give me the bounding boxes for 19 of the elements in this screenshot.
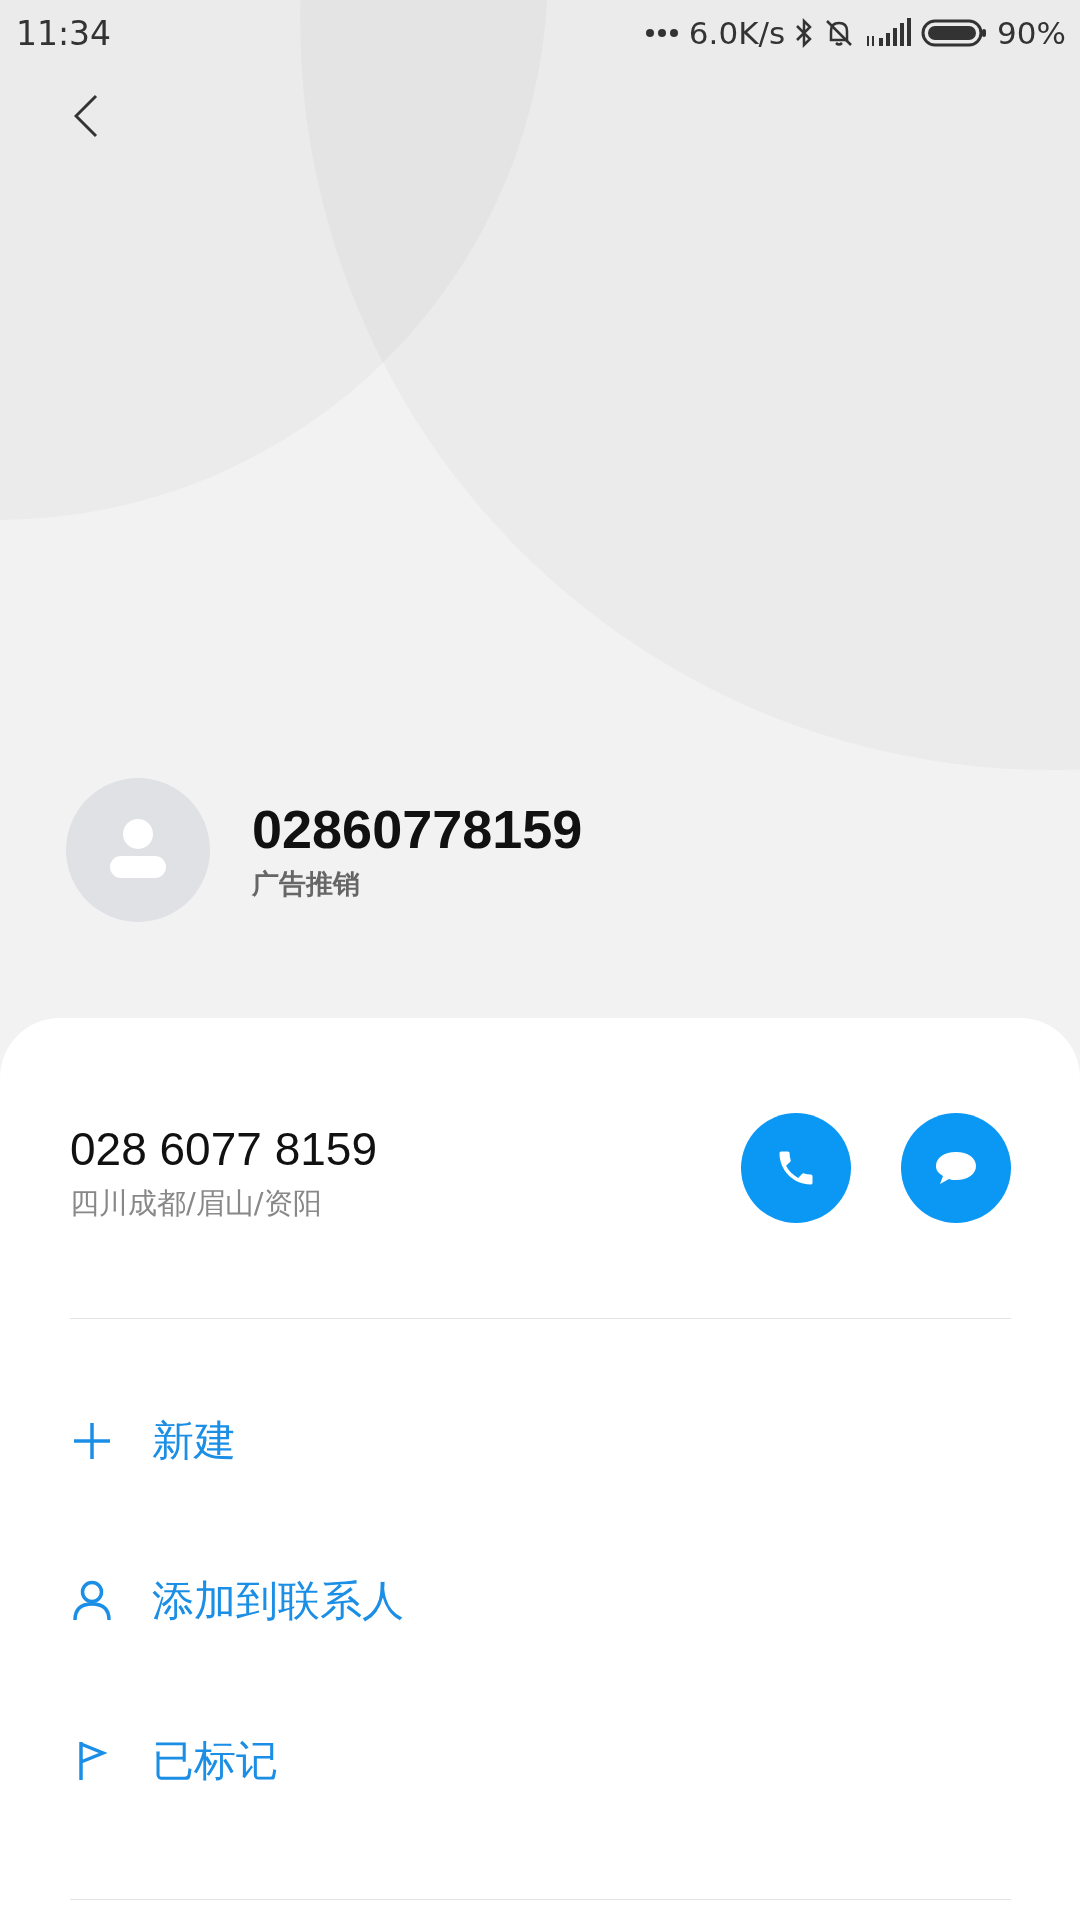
plus-icon bbox=[72, 1421, 112, 1461]
flag-icon bbox=[77, 1740, 107, 1782]
location-text: 四川成都/眉山/资阳 bbox=[70, 1185, 323, 1222]
menu-item[interactable]: 已标记 bbox=[70, 1681, 278, 1841]
battery-percent: 90% bbox=[997, 15, 1066, 51]
phone-number: 028 6077 8159 bbox=[70, 1122, 377, 1176]
battery-icon bbox=[921, 18, 988, 48]
caller-tag: 广告推销 bbox=[252, 866, 583, 902]
signal-icon bbox=[865, 18, 912, 48]
menu-item[interactable]: 添加到联系人 bbox=[70, 1521, 404, 1681]
more-icon bbox=[644, 28, 679, 38]
avatar-icon bbox=[66, 778, 210, 922]
back-icon[interactable] bbox=[74, 94, 98, 138]
clock-time: 11:34 bbox=[16, 13, 112, 53]
menu-item[interactable]: 新建 bbox=[70, 1361, 236, 1521]
phone-number: 02860778159 bbox=[252, 798, 583, 860]
person-icon bbox=[72, 1580, 112, 1622]
network-speed: 6.0K/s bbox=[688, 15, 786, 51]
bluetooth-icon bbox=[795, 18, 814, 48]
